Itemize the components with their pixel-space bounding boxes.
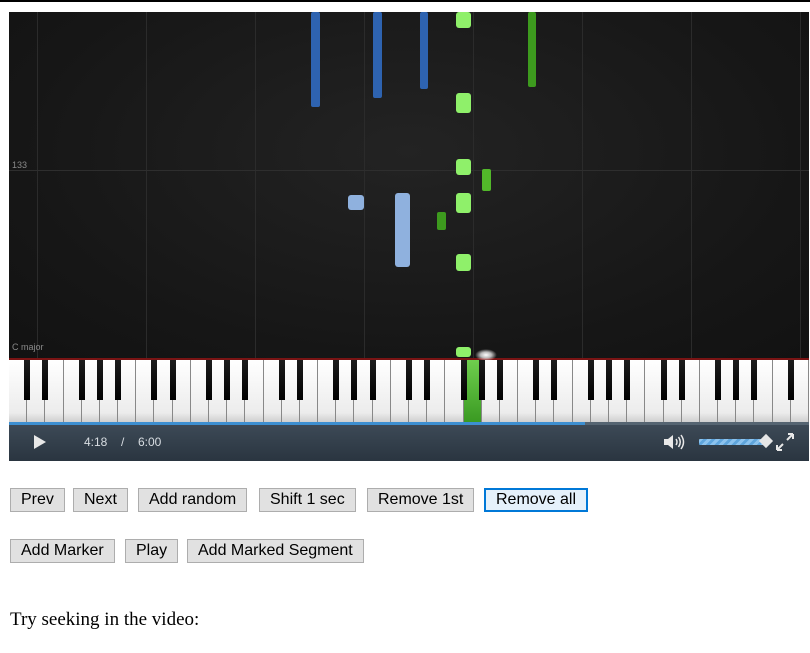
note xyxy=(373,12,382,98)
piano-black-key xyxy=(333,360,340,400)
piano-black-key xyxy=(96,360,103,400)
add-marked-segment-button[interactable]: Add Marked Segment xyxy=(187,539,364,563)
gridline xyxy=(800,12,801,360)
piano-black-key xyxy=(533,360,540,400)
volume-icon[interactable] xyxy=(663,434,685,450)
piano-black-key xyxy=(406,360,412,400)
duration: 6:00 xyxy=(138,435,162,449)
gridline xyxy=(255,12,256,360)
piano-roll: 133 C major xyxy=(9,12,809,360)
note xyxy=(456,254,471,271)
piano-black-key xyxy=(460,360,467,400)
note xyxy=(395,193,410,267)
piano-black-key xyxy=(551,360,558,400)
key-signature-label: C major xyxy=(12,342,44,352)
piano-black-key xyxy=(678,360,685,400)
next-button[interactable]: Next xyxy=(73,488,128,512)
video-player[interactable]: 133 C major 4:18 / 6:00 xyxy=(9,12,809,461)
seek-progress[interactable] xyxy=(9,422,585,425)
note xyxy=(528,12,536,87)
piano-black-key xyxy=(42,360,49,400)
volume-slider[interactable] xyxy=(699,439,767,445)
piano-black-key xyxy=(478,360,485,400)
measure-line xyxy=(9,170,809,171)
piano-black-key xyxy=(115,360,122,400)
note xyxy=(420,12,428,89)
piano-black-key xyxy=(296,360,303,400)
note xyxy=(437,212,446,230)
gridline xyxy=(582,12,583,360)
remove-all-button[interactable]: Remove all xyxy=(484,488,589,512)
piano-black-key xyxy=(78,360,85,400)
volume-slider-handle[interactable] xyxy=(758,433,774,449)
piano-keyboard xyxy=(9,360,809,422)
note xyxy=(456,347,471,357)
seek-instructions: Try seeking in the video: xyxy=(10,609,200,630)
piano-black-key xyxy=(169,360,176,400)
note xyxy=(456,93,471,113)
add-marker-button[interactable]: Add Marker xyxy=(10,539,115,563)
piano-black-key xyxy=(351,360,358,400)
add-random-button[interactable]: Add random xyxy=(138,488,248,512)
fullscreen-icon[interactable] xyxy=(775,432,795,452)
piano-black-key xyxy=(751,360,758,400)
note xyxy=(456,159,471,175)
top-rule xyxy=(0,0,810,2)
shift-1-sec-button[interactable]: Shift 1 sec xyxy=(259,488,356,512)
gridline xyxy=(146,12,147,360)
piano-black-key xyxy=(424,360,431,400)
piano-black-key xyxy=(715,360,722,400)
piano-black-key xyxy=(787,360,794,400)
gridline xyxy=(364,12,365,360)
video-controls: 4:18 / 6:00 xyxy=(9,422,809,461)
piano-black-key xyxy=(242,360,249,400)
piano-black-key xyxy=(369,360,376,400)
piano-black-key xyxy=(24,360,31,400)
play-icon[interactable] xyxy=(34,435,46,449)
piano-black-key xyxy=(606,360,612,400)
piano-black-key xyxy=(587,360,594,400)
measure-number: 133 xyxy=(12,160,28,170)
remove-first-button[interactable]: Remove 1st xyxy=(367,488,475,512)
gridline xyxy=(473,12,474,360)
note xyxy=(482,169,491,191)
note xyxy=(311,12,320,107)
piano-black-key xyxy=(224,360,231,400)
piano-black-key xyxy=(733,360,740,400)
current-time: 4:18 xyxy=(84,435,108,449)
note xyxy=(348,195,364,210)
prev-button[interactable]: Prev xyxy=(10,488,65,512)
piano-black-key xyxy=(278,360,285,400)
piano-black-key xyxy=(496,360,503,400)
piano-black-key xyxy=(660,360,667,400)
note xyxy=(456,12,471,28)
play-button[interactable]: Play xyxy=(125,539,179,563)
time-separator: / xyxy=(121,435,125,449)
gridline xyxy=(691,12,692,360)
piano-black-key xyxy=(624,360,631,400)
note xyxy=(456,193,471,213)
piano-black-key xyxy=(151,360,158,400)
gridline xyxy=(37,12,38,360)
piano-black-key xyxy=(206,360,212,400)
